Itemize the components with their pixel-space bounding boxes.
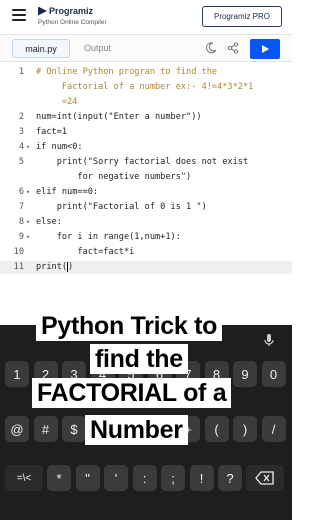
line-number: 10 (13, 247, 24, 257)
line-number: 11 (13, 262, 24, 272)
line-number: 5 (18, 157, 24, 167)
code-line[interactable]: 11 print() (0, 261, 292, 274)
keyboard-key[interactable]: * (47, 465, 71, 491)
keyboard-key[interactable]: : (132, 465, 157, 491)
code-line[interactable]: Factorial of a number ex:- 4!=4*3*2*1 (0, 81, 292, 94)
code-text: Factorial of a number ex:- 4!=4*3*2*1 (36, 82, 254, 92)
code-line[interactable]: =24 (0, 96, 292, 109)
code-line[interactable]: 8 ▾ else: (0, 216, 292, 229)
line-number: 9 (18, 232, 24, 242)
tab-output[interactable]: Output (84, 43, 111, 53)
line-number: 7 (18, 202, 24, 212)
run-button[interactable] (250, 39, 280, 59)
backspace-icon (255, 471, 274, 485)
backspace-key[interactable] (246, 465, 284, 491)
code-line[interactable]: 10 fact=fact*i (0, 246, 292, 259)
code-text: print("Sorry factorial does not exist (36, 157, 249, 167)
line-number: 8 (18, 217, 24, 227)
app-header: Programiz Python Online Compiler Program… (0, 0, 292, 34)
keyboard-key[interactable]: ' (104, 465, 128, 491)
code-text: if num<0: (36, 142, 83, 152)
text-cursor (67, 261, 69, 272)
code-line[interactable]: 5 print("Sorry factorial does not exist (0, 156, 292, 169)
code-text: fact=fact*i (36, 247, 135, 257)
video-caption: Python Trick to find the FACTORIAL of a … (0, 311, 292, 451)
fold-arrow-icon[interactable]: ▾ (26, 231, 30, 243)
fold-arrow-icon[interactable]: ▾ (26, 216, 30, 228)
code-text: else: (36, 217, 62, 227)
caption-line-2: find the (90, 344, 188, 374)
line-number: 1 (18, 67, 24, 77)
logo[interactable]: Programiz Python Online Compiler (38, 6, 107, 26)
code-text: num=int(input("Enter a number")) (36, 112, 202, 122)
tab-main-py[interactable]: main.py (12, 39, 70, 58)
keyboard-key[interactable]: ! (189, 465, 214, 491)
code-text: # Online Python progran to find the (36, 67, 218, 77)
line-number: 2 (18, 112, 24, 122)
line-number: 3 (18, 127, 24, 137)
code-line[interactable]: 2 num=int(input("Enter a number")) (0, 111, 292, 124)
code-text: for i in range(1,num+1): (36, 232, 181, 242)
line-number: 6 (18, 187, 24, 197)
code-line[interactable]: 6 ▾ elif num==0: (0, 186, 292, 199)
programiz-logo-icon (38, 6, 47, 16)
code-line[interactable]: 7 print("Factorial of 0 is 1 ") (0, 201, 292, 214)
caption-line-4: Number (85, 415, 188, 445)
code-line[interactable]: 3 fact=1 (0, 126, 292, 139)
line-number: 4 (18, 142, 24, 152)
code-text: print("Factorial of 0 is 1 ") (36, 202, 207, 212)
keyboard-key[interactable]: ? (218, 465, 242, 491)
play-icon (262, 45, 269, 53)
code-text: for negative numbers") (36, 172, 192, 182)
code-editor[interactable]: 1 # Online Python progran to find the Fac… (0, 62, 292, 277)
hamburger-icon[interactable] (12, 9, 26, 21)
brand-subtitle: Python Online Compiler (38, 19, 107, 26)
code-text: print() (36, 261, 74, 272)
code-text: fact=1 (36, 127, 68, 137)
keyboard-key[interactable]: " (75, 465, 100, 491)
fold-arrow-icon[interactable]: ▾ (26, 186, 30, 198)
symbols-toggle-key[interactable]: =\< (5, 465, 43, 491)
editor-toolbar: main.py Output (0, 34, 292, 62)
fold-arrow-icon[interactable]: ▾ (26, 141, 30, 153)
caption-line-3: FACTORIAL of a (32, 378, 232, 408)
keyboard-key[interactable]: ; (161, 465, 185, 491)
code-line[interactable]: for negative numbers") (0, 171, 292, 184)
brand-name: Programiz (49, 6, 94, 16)
code-line[interactable]: 1 # Online Python progran to find the (0, 66, 292, 79)
code-line[interactable]: 9 ▾ for i in range(1,num+1): (0, 231, 292, 244)
programiz-pro-button[interactable]: Programiz PRO (202, 6, 282, 27)
share-icon[interactable] (227, 42, 239, 54)
code-text: =24 (36, 97, 78, 107)
caption-line-1: Python Trick to (36, 311, 223, 341)
code-text: elif num==0: (36, 187, 99, 197)
moon-icon[interactable] (205, 42, 217, 54)
code-line[interactable]: 4 ▾ if num<0: (0, 141, 292, 154)
